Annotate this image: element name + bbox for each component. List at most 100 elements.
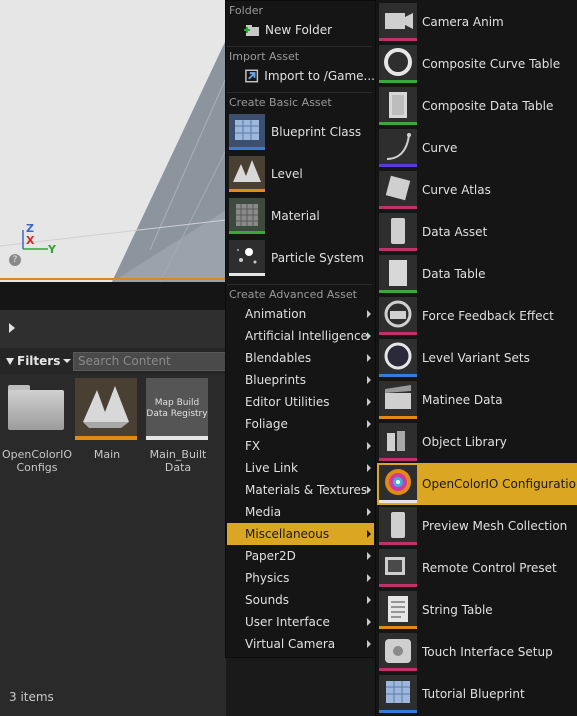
asset-type-bar (75, 436, 137, 440)
basic-item-label: Blueprint Class (271, 125, 362, 139)
advanced-category-label: Live Link (245, 461, 298, 475)
expand-sources-arrow-icon[interactable] (9, 323, 15, 333)
import-label: Import to /Game... (264, 69, 375, 83)
asset-label: Main_Built Data (149, 448, 207, 474)
advanced-category-item[interactable]: Blueprints (227, 369, 374, 391)
import-item[interactable]: Import to /Game... (226, 65, 375, 87)
asset-tile-map-build-data[interactable]: Map Build Data Registry Main_Built Data (146, 378, 210, 474)
advanced-category-label: Physics (245, 571, 290, 585)
advanced-category-item[interactable]: Materials & Textures (227, 479, 374, 501)
chevron-right-icon (367, 596, 371, 604)
chevron-right-icon (367, 442, 371, 450)
data-asset-icon (379, 213, 417, 251)
new-folder-icon (244, 25, 259, 36)
new-folder-item[interactable]: New Folder (226, 19, 375, 41)
advanced-category-item[interactable]: Blendables (227, 347, 374, 369)
submenu-item[interactable]: Data Asset (377, 211, 577, 253)
submenu-item-label: String Table (422, 603, 493, 617)
section-header-folder: Folder (229, 4, 263, 17)
content-browser: Filters Search Content OpenColorIO Confi… (0, 282, 226, 716)
advanced-category-item[interactable]: Editor Utilities (227, 391, 374, 413)
advanced-category-item[interactable]: Artificial Intelligence (227, 325, 374, 347)
advanced-category-label: Paper2D (245, 549, 296, 563)
chevron-right-icon (367, 464, 371, 472)
basic-item-label: Particle System (271, 251, 364, 265)
advanced-category-item[interactable]: User Interface (227, 611, 374, 633)
tutorial-blueprint-icon (379, 675, 417, 713)
submenu-item[interactable]: Tutorial Blueprint (377, 673, 577, 715)
advanced-category-label: Foliage (245, 417, 288, 431)
submenu-item[interactable]: Composite Data Table (377, 85, 577, 127)
composite-data-table-icon (379, 87, 417, 125)
advanced-category-item[interactable]: Media (227, 501, 374, 523)
blueprint-class-icon (229, 114, 265, 150)
advanced-category-item[interactable]: FX (227, 435, 374, 457)
basic-item-particle-system[interactable]: Particle System (229, 238, 374, 278)
advanced-category-label: Blendables (245, 351, 312, 365)
advanced-category-label: Virtual Camera (245, 637, 336, 651)
advanced-category-item[interactable]: Sounds (227, 589, 374, 611)
submenu-item-label: Composite Data Table (422, 99, 554, 113)
submenu-item[interactable]: Composite Curve Table (377, 43, 577, 85)
submenu-item[interactable]: Remote Control Preset (377, 547, 577, 589)
curve-icon (379, 129, 417, 167)
chevron-right-icon (367, 310, 371, 318)
chevron-right-icon (367, 486, 371, 494)
add-new-menu: Folder New Folder Import Asset Import to… (225, 0, 376, 658)
advanced-category-label: Miscellaneous (245, 527, 330, 541)
submenu-item[interactable]: String Table (377, 589, 577, 631)
basic-item-blueprint-class[interactable]: Blueprint Class (229, 112, 374, 152)
chevron-right-icon (367, 420, 371, 428)
search-input[interactable]: Search Content (73, 352, 226, 371)
matinee-data-icon (379, 381, 417, 419)
axis-x-label: X (26, 234, 35, 247)
chevron-right-icon (367, 574, 371, 582)
advanced-category-item[interactable]: Paper2D (227, 545, 374, 567)
touch-interface-icon (379, 633, 417, 671)
basic-item-material[interactable]: Material (229, 196, 374, 236)
particle-system-icon (229, 240, 265, 276)
submenu-item[interactable]: Matinee Data (377, 379, 577, 421)
material-icon (229, 198, 265, 234)
submenu-item[interactable]: Camera Anim (377, 1, 577, 43)
composite-curve-table-icon (379, 45, 417, 83)
data-table-icon (379, 255, 417, 293)
submenu-item-label: Touch Interface Setup (422, 645, 553, 659)
submenu-item-label: Force Feedback Effect (422, 309, 554, 323)
help-icon[interactable]: ? (9, 254, 21, 266)
advanced-category-item[interactable]: Virtual Camera (227, 633, 374, 655)
asset-tile-level[interactable]: Main (75, 378, 139, 461)
submenu-item[interactable]: Touch Interface Setup (377, 631, 577, 673)
advanced-category-item[interactable]: Animation (227, 303, 374, 325)
advanced-category-label: User Interface (245, 615, 330, 629)
basic-item-label: Level (271, 167, 303, 181)
object-library-icon (379, 423, 417, 461)
advanced-category-item[interactable]: Physics (227, 567, 374, 589)
advanced-category-item[interactable]: Live Link (227, 457, 374, 479)
camera-anim-icon (379, 3, 417, 41)
submenu-item-label: Tutorial Blueprint (422, 687, 525, 701)
advanced-category-label: FX (245, 439, 261, 453)
advanced-category-label: Editor Utilities (245, 395, 330, 409)
advanced-category-label: Sounds (245, 593, 290, 607)
section-header-basic: Create Basic Asset (229, 96, 332, 109)
level-icon (229, 156, 265, 192)
submenu-item[interactable]: Curve (377, 127, 577, 169)
submenu-item[interactable]: Force Feedback Effect (377, 295, 577, 337)
advanced-category-item[interactable]: Foliage (227, 413, 374, 435)
submenu-item-label: Curve Atlas (422, 183, 491, 197)
submenu-item[interactable]: Data Table (377, 253, 577, 295)
chevron-right-icon (367, 376, 371, 384)
basic-item-level[interactable]: Level (229, 154, 374, 194)
chevron-right-icon (367, 618, 371, 626)
submenu-item[interactable]: Preview Mesh Collection (377, 505, 577, 547)
submenu-item[interactable]: Level Variant Sets (377, 337, 577, 379)
submenu-item[interactable]: OpenColorIO Configuration (377, 463, 577, 505)
filters-button[interactable]: Filters (6, 352, 72, 370)
submenu-item[interactable]: Object Library (377, 421, 577, 463)
level-viewport[interactable]: Z X Y ? (0, 0, 226, 282)
advanced-category-item[interactable]: Miscellaneous (227, 523, 374, 545)
filters-label: Filters (17, 354, 61, 368)
new-folder-label: New Folder (265, 23, 333, 37)
submenu-item[interactable]: Curve Atlas (377, 169, 577, 211)
